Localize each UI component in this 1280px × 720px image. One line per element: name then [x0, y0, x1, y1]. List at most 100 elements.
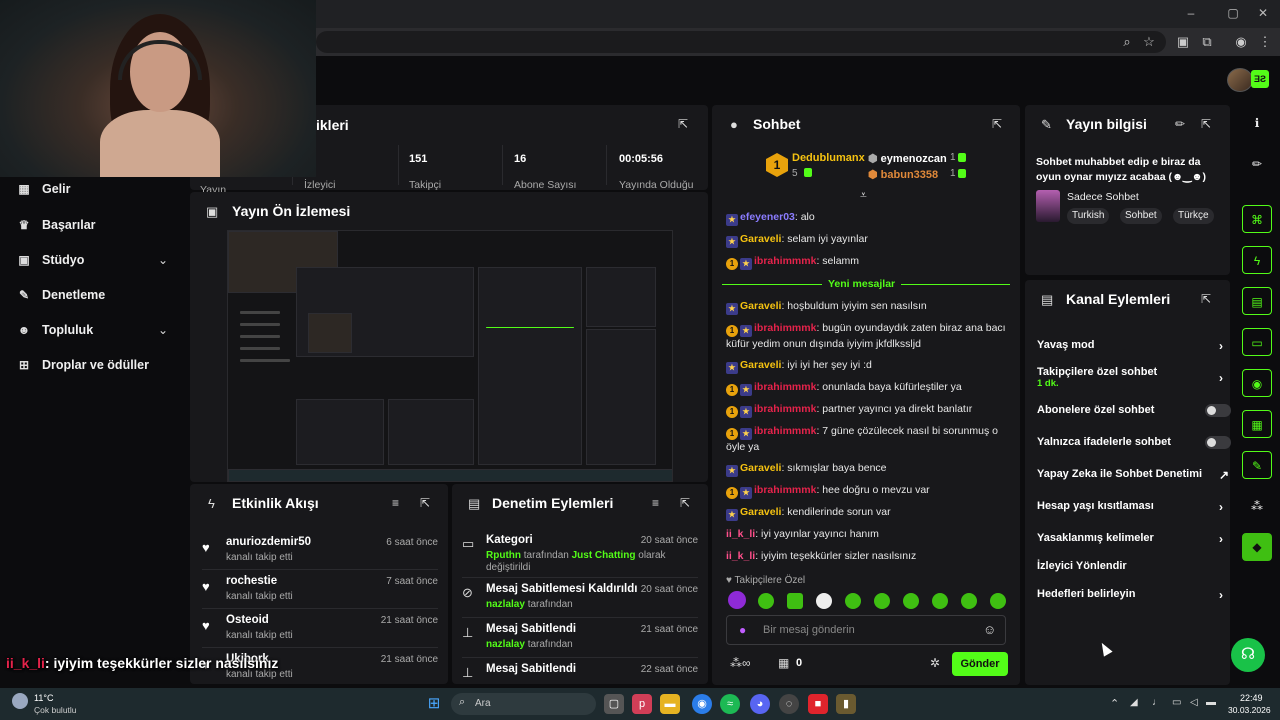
pin-icon: ⊥	[462, 665, 474, 680]
app-icon[interactable]: ■	[808, 694, 828, 714]
heart-icon: ♥	[202, 618, 210, 633]
emote[interactable]	[932, 593, 948, 609]
subscribers-only-toggle[interactable]	[1205, 404, 1231, 417]
support-icon[interactable]: ☊	[1231, 638, 1265, 672]
popout-icon[interactable]: ⇱	[680, 496, 690, 510]
sidebar-item-droplar[interactable]: ⊞ Droplar ve ödüller	[16, 354, 149, 376]
emote[interactable]	[990, 593, 1006, 609]
zoom-icon[interactable]: ⌕	[1118, 34, 1136, 52]
broadcast-icon[interactable]: ◉	[1242, 369, 1272, 397]
extension-icon[interactable]: ▣	[1174, 34, 1192, 52]
sidebar-item-gelir[interactable]: ▦ Gelir	[16, 178, 70, 200]
send-button[interactable]: Gönder	[952, 652, 1008, 676]
chevron-right-icon: ›	[1219, 339, 1223, 353]
avatar[interactable]	[1227, 68, 1253, 92]
emote-only-toggle[interactable]	[1205, 436, 1231, 449]
raid-item[interactable]: İzleyici Yönlendir	[1037, 560, 1219, 572]
ai-moderation-item[interactable]: Yapay Zeka ile Sohbet Denetimi ↗	[1037, 468, 1229, 482]
edit-icon[interactable]: ✏	[1242, 150, 1272, 178]
popout-icon[interactable]: ⇱	[1201, 117, 1211, 131]
battery-icon[interactable]: ▬	[1206, 697, 1216, 708]
emote[interactable]	[787, 593, 803, 609]
microphone-icon[interactable]: ●	[739, 623, 746, 637]
chrome-icon[interactable]: ◉	[692, 694, 712, 714]
network-icon[interactable]: ▭	[1172, 697, 1181, 708]
spotify-icon[interactable]: ≈	[720, 694, 740, 714]
heart-icon: ♥	[202, 579, 210, 594]
edit-icon[interactable]: ✏	[1175, 117, 1185, 131]
tray-icon[interactable]: ◢	[1130, 697, 1138, 708]
top-gifter-name[interactable]: Dedublumanx	[792, 152, 865, 164]
folder-icon[interactable]: ▬	[660, 694, 680, 714]
emote-icon[interactable]: ◆	[1242, 533, 1272, 561]
discord-icon[interactable]: ◕	[750, 694, 770, 714]
address-bar[interactable]	[316, 31, 1166, 53]
info-icon[interactable]: ℹ	[1242, 109, 1272, 137]
puzzle-icon[interactable]: ⧉	[1198, 34, 1216, 52]
document-icon[interactable]: ▤	[1242, 287, 1272, 315]
channel-points-icon[interactable]: ⁂∞	[730, 656, 751, 670]
chevron-down-icon[interactable]: ⌄	[158, 253, 168, 267]
emote[interactable]	[728, 591, 746, 609]
settings-icon[interactable]: ✲	[930, 656, 940, 670]
close-icon[interactable]: ✕	[1254, 6, 1272, 22]
goals-item[interactable]: Hedefleri belirleyin ›	[1037, 588, 1223, 602]
emote[interactable]	[816, 593, 832, 609]
filter-icon[interactable]: ≡	[392, 496, 399, 510]
menu-icon[interactable]: ⋮	[1256, 34, 1274, 52]
emote[interactable]	[961, 593, 977, 609]
windows-start-icon[interactable]: ⊞	[424, 694, 444, 714]
tag[interactable]: Turkish	[1067, 208, 1110, 224]
category-name[interactable]: Sadece Sohbet	[1067, 191, 1139, 203]
volume-icon[interactable]: ◁	[1190, 697, 1198, 708]
gifter-name[interactable]: ⬢ eymenozcan	[868, 152, 947, 165]
filter-icon[interactable]: ≡	[652, 496, 659, 510]
actions-icon[interactable]: ▦	[1242, 410, 1272, 438]
chat-icon[interactable]: ▭	[1242, 328, 1272, 356]
popout-icon[interactable]: ⇱	[992, 117, 1002, 131]
slow-mode-item[interactable]: Yavaş mod ›	[1037, 339, 1223, 353]
app-icon[interactable]: ◌	[779, 694, 799, 714]
community-icon[interactable]: ⁂	[1242, 492, 1272, 520]
emote[interactable]	[903, 593, 919, 609]
maximize-icon[interactable]: ▢	[1224, 6, 1242, 22]
lightning-icon[interactable]: ϟ	[1242, 246, 1272, 274]
taskbar-search[interactable]: ⌕ Ara	[451, 693, 596, 715]
popout-icon[interactable]: ⇱	[1201, 292, 1211, 306]
gift-box-icon[interactable]: ▦	[778, 656, 789, 670]
kick-logo-icon[interactable]: ƎƧ	[1251, 70, 1269, 88]
app-icon[interactable]: ▮	[836, 694, 856, 714]
wrench-icon: ✎	[18, 288, 30, 302]
account-age-item[interactable]: Hesap yaşı kısıtlaması ›	[1037, 500, 1223, 514]
popout-icon[interactable]: ⇱	[678, 117, 688, 131]
sidebar-item-denetleme[interactable]: ✎ Denetleme	[16, 284, 105, 306]
list-item: ⊥ Mesaj Sabitlendi 22 saat önce	[462, 663, 698, 680]
chevron-down-icon[interactable]: ⌄	[158, 323, 168, 337]
points-count: 0	[796, 657, 803, 669]
clip-icon[interactable]: ⌘	[1242, 205, 1272, 233]
tray-chevron-icon[interactable]: ⌃	[1110, 697, 1119, 710]
emote[interactable]	[874, 593, 890, 609]
popout-icon[interactable]: ⇱	[420, 496, 430, 510]
gifter-name[interactable]: ⬢ babun3358	[868, 168, 938, 181]
minimize-icon[interactable]: –	[1182, 6, 1200, 22]
app-icon[interactable]: p	[632, 694, 652, 714]
star-icon[interactable]: ☆	[1140, 34, 1158, 52]
chat-input[interactable]: ● Bir mesaj gönderin ☺	[726, 615, 1006, 645]
sidebar-item-basarilar[interactable]: ♛ Başarılar	[16, 214, 96, 236]
followers-only-item[interactable]: Takipçilere özel sohbet 1 dk. ›	[1037, 366, 1223, 389]
tag[interactable]: Sohbet	[1120, 208, 1162, 224]
stream-preview[interactable]	[227, 230, 673, 482]
emote[interactable]	[758, 593, 774, 609]
emote[interactable]	[845, 593, 861, 609]
emoji-icon[interactable]: ☺	[983, 622, 996, 637]
task-view-icon[interactable]: ▢	[604, 694, 624, 714]
microphone-icon[interactable]: ♩	[1152, 697, 1162, 708]
collapse-icon[interactable]: ⩡	[860, 188, 867, 203]
banned-words-item[interactable]: Yasaklanmış kelimeler ›	[1037, 532, 1223, 546]
wrench-icon[interactable]: ✎	[1242, 451, 1272, 479]
sidebar-item-studyo[interactable]: ▣ Stüdyo	[16, 249, 84, 271]
profile-icon[interactable]: ◉	[1232, 34, 1250, 52]
sidebar-item-topluluk[interactable]: ☻ Topluluk	[16, 319, 93, 341]
tag[interactable]: Türkçe	[1173, 208, 1214, 224]
